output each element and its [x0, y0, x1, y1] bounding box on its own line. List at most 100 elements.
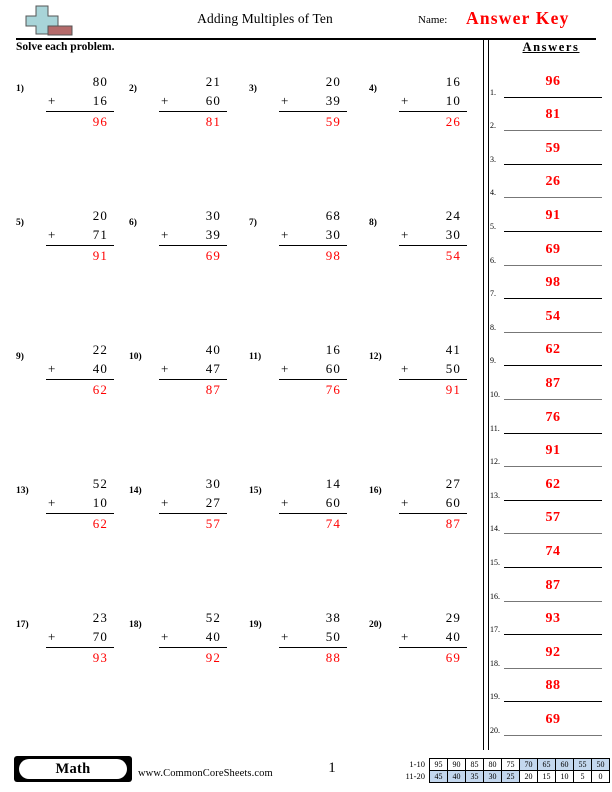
answer-blank-line[interactable]: 88 — [504, 675, 602, 703]
answer-value: 87 — [545, 375, 561, 391]
answer-index: 5. — [490, 221, 496, 231]
second-addend-line: +40 — [161, 629, 221, 644]
answer-blank-line[interactable]: 92 — [504, 642, 602, 669]
vertical-addition-stack: 20 +71 91 — [46, 206, 114, 265]
vertical-addition-stack: 52 +10 62 — [46, 474, 114, 533]
plus-operator-icon: + — [281, 495, 290, 510]
answer-key-badge: Answer Key — [466, 8, 570, 28]
answer-sum: 88 — [325, 650, 341, 665]
score-table: 1-10 95 90 85 80 75 70 65 60 55 50 11-20 45 40 35 30 25 2… — [395, 758, 610, 783]
answer-sum: 87 — [445, 516, 461, 531]
answer-index: 6. — [490, 255, 496, 265]
answer-blank-line[interactable]: 57 — [504, 507, 602, 535]
answer-blank-line[interactable]: 91 — [504, 440, 602, 468]
answer-blank-line[interactable]: 87 — [504, 575, 602, 602]
problem-number: 13) — [16, 486, 29, 496]
plus-operator-icon: + — [281, 93, 290, 108]
problem-3: 3) 20 +39 59 — [245, 72, 357, 142]
score-cell: 25 — [501, 770, 520, 783]
answer-row: 19. 88 — [490, 669, 604, 703]
second-addend-line: +27 — [161, 495, 221, 510]
problem-7: 7) 68 +30 98 — [245, 206, 357, 276]
answer-blank-line[interactable]: 93 — [504, 608, 602, 636]
subject-badge-label: Math — [19, 759, 127, 779]
answer-blank-line[interactable]: 96 — [504, 71, 602, 98]
problem-number: 15) — [249, 486, 262, 496]
answers-panel: Answers 1. 96 2. 81 3. 59 4. 26 5. 91 6. 69 7. 98 8. 54… — [490, 40, 604, 736]
answer-value: 57 — [545, 510, 561, 526]
problem-14: 14) 30 +27 57 — [125, 474, 237, 544]
second-addend-line: +40 — [48, 361, 108, 376]
second-addend-line: +39 — [161, 227, 221, 242]
plus-operator-icon: + — [161, 495, 170, 510]
problem-number: 5) — [16, 218, 24, 228]
second-addend-line: +71 — [48, 227, 108, 242]
answer-blank-line[interactable]: 62 — [504, 474, 602, 501]
answer-row: 3. 59 — [490, 131, 604, 165]
answer-blank-line[interactable]: 74 — [504, 541, 602, 568]
problem-number: 17) — [16, 620, 29, 630]
page-footer: Math www.CommonCoreSheets.com 1 1-10 95 90… — [0, 752, 612, 792]
answer-sum: 74 — [325, 516, 341, 531]
answer-blank-line[interactable]: 26 — [504, 171, 602, 199]
answer-blank-line[interactable]: 69 — [504, 239, 602, 266]
answer-sum: 69 — [205, 248, 221, 263]
second-addend-line: +30 — [281, 227, 341, 242]
answer-blank-line[interactable]: 87 — [504, 373, 602, 400]
vertical-addition-stack: 21 +60 81 — [159, 72, 227, 131]
answers-list: 1. 96 2. 81 3. 59 4. 26 5. 91 6. 69 7. 98 8. 54 9. 62 10. 8… — [490, 64, 604, 736]
vertical-addition-stack: 30 +27 57 — [159, 474, 227, 533]
plus-operator-icon: + — [48, 629, 57, 644]
problem-number: 11) — [249, 352, 262, 362]
vertical-addition-stack: 68 +30 98 — [279, 206, 347, 265]
problem-18: 18) 52 +40 92 — [125, 608, 237, 678]
vertical-addition-stack: 80 +16 96 — [46, 72, 114, 131]
score-cell: 95 — [429, 758, 448, 771]
answer-sum: 69 — [445, 650, 461, 665]
answer-blank-line[interactable]: 81 — [504, 104, 602, 132]
first-addend: 52 — [92, 476, 108, 491]
answer-row: 9. 62 — [490, 333, 604, 367]
problem-9: 9) 22 +40 62 — [12, 340, 124, 410]
first-addend: 68 — [325, 208, 341, 223]
answer-index: 15. — [490, 557, 500, 567]
first-addend: 20 — [325, 74, 341, 89]
problem-number: 1) — [16, 84, 24, 94]
second-addend-line: +70 — [48, 629, 108, 644]
first-addend: 80 — [92, 74, 108, 89]
score-range-label: 11-20 — [405, 771, 425, 781]
answer-index: 4. — [490, 188, 496, 198]
site-url[interactable]: www.CommonCoreSheets.com — [138, 768, 273, 779]
first-addend: 30 — [205, 476, 221, 491]
problem-17: 17) 23 +70 93 — [12, 608, 124, 678]
answer-blank-line[interactable]: 59 — [504, 138, 602, 165]
plus-operator-icon: + — [161, 629, 170, 644]
first-addend: 52 — [205, 610, 221, 625]
problem-row: 13) 52 +10 62 14) 30 +27 57 15) 14 +60 74 16) 27 +60 87 — [0, 474, 480, 608]
score-cell: 40 — [447, 770, 466, 783]
vertical-addition-stack: 23 +70 93 — [46, 608, 114, 667]
answer-blank-line[interactable]: 91 — [504, 205, 602, 232]
first-addend: 29 — [445, 610, 461, 625]
plus-operator-icon: + — [161, 361, 170, 376]
first-addend: 38 — [325, 610, 341, 625]
problem-number: 3) — [249, 84, 257, 94]
answer-blank-line[interactable]: 54 — [504, 306, 602, 333]
answer-blank-line[interactable]: 76 — [504, 407, 602, 434]
answer-row: 6. 69 — [490, 232, 604, 266]
plus-operator-icon: + — [281, 629, 290, 644]
first-addend: 20 — [92, 208, 108, 223]
page-title: Adding Multiples of Ten — [197, 11, 333, 26]
answer-blank-line[interactable]: 62 — [504, 339, 602, 367]
answer-blank-line[interactable]: 98 — [504, 272, 602, 300]
second-addend-line: +50 — [401, 361, 461, 376]
answer-blank-line[interactable]: 69 — [504, 709, 602, 736]
answer-index: 19. — [490, 692, 500, 702]
answer-value: 92 — [545, 644, 561, 660]
score-cell: 80 — [483, 758, 502, 771]
plus-operator-icon: + — [281, 227, 290, 242]
answer-sum: 62 — [92, 382, 108, 397]
first-addend: 30 — [205, 208, 221, 223]
answer-sum: 87 — [205, 382, 221, 397]
second-addend-line: +47 — [161, 361, 221, 376]
